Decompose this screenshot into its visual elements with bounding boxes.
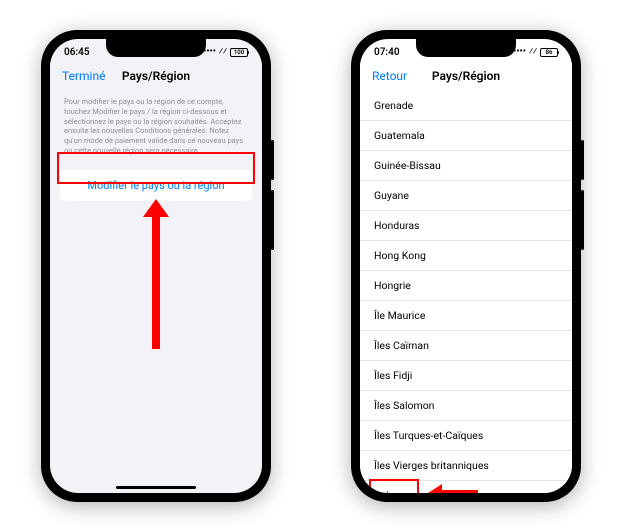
phone-frame-left: 06:45 •••• ⁄⁄ 100 Terminé Pays/Région Po… <box>41 30 271 502</box>
country-item[interactable]: Honduras <box>360 211 572 241</box>
change-country-button[interactable]: Modifier le pays ou la région <box>60 170 252 201</box>
country-item[interactable]: Îles Turques-et-Caïques <box>360 421 572 451</box>
screen-left: 06:45 •••• ⁄⁄ 100 Terminé Pays/Région Po… <box>50 39 262 493</box>
battery-icon: 86 <box>540 48 558 57</box>
nav-bar: Retour Pays/Région <box>360 61 572 91</box>
country-item[interactable]: Hong Kong <box>360 241 572 271</box>
status-icons: •••• ⁄⁄ 86 <box>513 47 558 57</box>
country-item[interactable]: Îles Fidji <box>360 361 572 391</box>
done-button[interactable]: Terminé <box>62 69 105 83</box>
page-title: Pays/Région <box>122 69 190 83</box>
screen-right: 07:40 •••• ⁄⁄ 86 Retour Pays/Région Gren… <box>360 39 572 493</box>
status-time: 06:45 <box>64 47 90 58</box>
wifi-icon: ⁄⁄ <box>529 47 537 57</box>
home-indicator <box>116 486 196 489</box>
battery-icon: 100 <box>230 48 248 57</box>
highlight-annotation <box>369 479 419 493</box>
country-item[interactable]: Îles Salomon <box>360 391 572 421</box>
description-text: Pour modifier le pays ou la région de ce… <box>50 91 262 166</box>
phone-frame-right: 07:40 •••• ⁄⁄ 86 Retour Pays/Région Gren… <box>351 30 581 502</box>
nav-bar: Terminé Pays/Région <box>50 61 262 91</box>
country-item[interactable]: Îles Caïman <box>360 331 572 361</box>
country-item[interactable]: Guinée-Bissau <box>360 151 572 181</box>
notch <box>416 39 516 57</box>
wifi-icon: ⁄⁄ <box>219 47 227 57</box>
notch <box>106 39 206 57</box>
country-item[interactable]: Guatemala <box>360 121 572 151</box>
country-item[interactable]: Île Maurice <box>360 301 572 331</box>
country-item[interactable]: Guyane <box>360 181 572 211</box>
arrow-up-annotation <box>149 199 163 349</box>
country-list[interactable]: GrenadeGuatemalaGuinée-BissauGuyaneHondu… <box>360 91 572 493</box>
country-item[interactable]: Hongrie <box>360 271 572 301</box>
page-title: Pays/Région <box>432 69 500 83</box>
country-item[interactable]: Inde <box>360 481 572 493</box>
country-item[interactable]: Grenade <box>360 91 572 121</box>
status-time: 07:40 <box>374 47 400 58</box>
country-item[interactable]: Îles Vierges britanniques <box>360 451 572 481</box>
status-icons: •••• ⁄⁄ 100 <box>203 47 248 57</box>
back-button[interactable]: Retour <box>372 69 407 83</box>
change-country-label: Modifier le pays ou la région <box>87 179 224 192</box>
arrow-right-annotation <box>428 487 478 493</box>
